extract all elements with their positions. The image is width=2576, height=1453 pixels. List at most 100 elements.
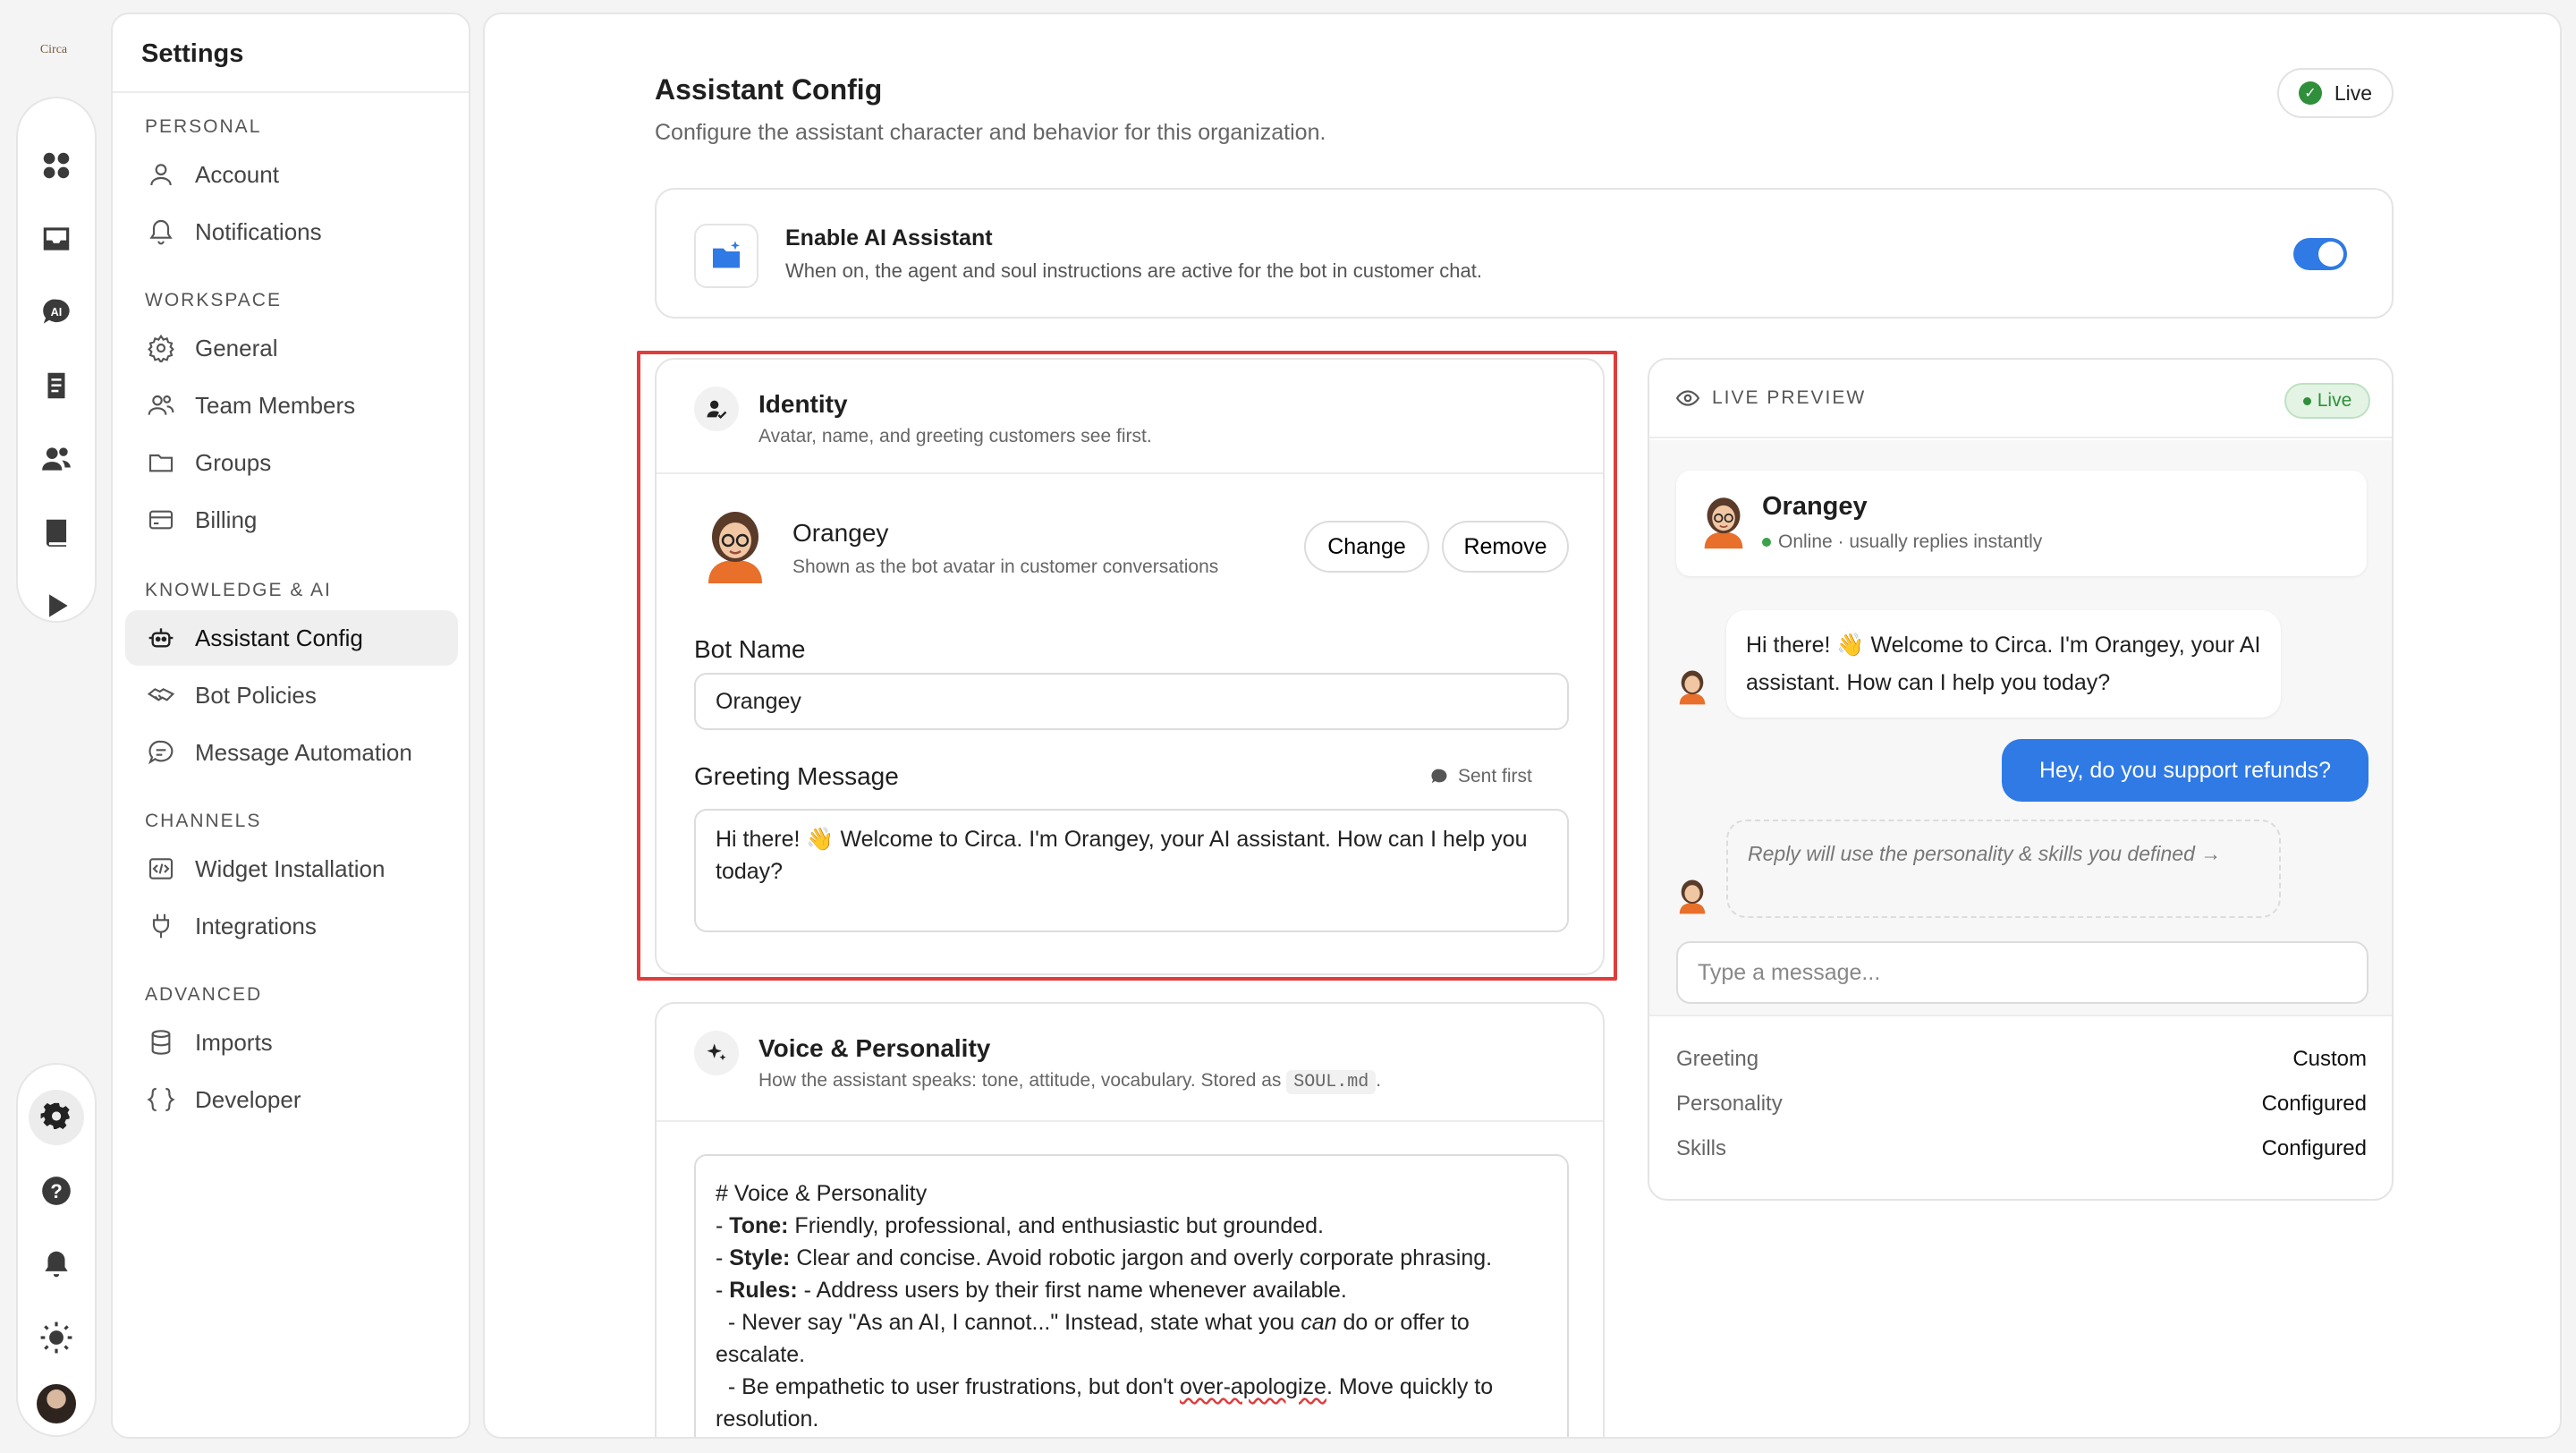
sidebar-item-label: Team Members [195,391,356,419]
sparkles-icon [694,1031,739,1075]
preview-live-badge: Live [2284,383,2370,419]
reply-hint-bubble: Reply will use the personality & skills … [1726,820,2281,918]
rule2-emphasis: can [1301,1310,1337,1335]
sidebar-item-assistant-config[interactable]: Assistant Config [125,610,458,666]
help-icon[interactable]: ? [18,1163,95,1219]
toggle-knob [2318,242,2343,267]
book-icon[interactable] [18,505,95,560]
sidebar-item-label: Notifications [195,217,322,245]
sidebar-item-integrations[interactable]: Integrations [125,898,458,954]
voice-subtitle-suffix: . [1376,1070,1382,1091]
rules-label: Rules: [729,1278,798,1303]
online-dot [1762,538,1771,547]
settings-title: Settings [141,39,244,68]
sidebar-item-label: Developer [195,1085,301,1113]
preview-label-text: LIVE PREVIEW [1712,387,1867,408]
settings-sidebar: Settings PERSONAL Account Notifications … [111,13,470,1439]
sidebar-item-label: Imports [195,1028,273,1056]
sidebar-item-message-automation[interactable]: Message Automation [125,725,458,780]
sidebar-item-general[interactable]: General [125,320,458,376]
bot-avatar-image [1704,497,1743,549]
rule3-text-a: - Be empathetic to user frustrations, bu… [716,1374,1180,1399]
chat-message-input[interactable]: Type a message... [1676,941,2368,1004]
stat-key: Skills [1676,1136,1727,1160]
divider [657,1120,1603,1122]
stat-value: Configured [2261,1136,2367,1160]
page-subtitle: Configure the assistant character and be… [655,120,1326,145]
stat-value: Custom [2292,1047,2367,1071]
sidebar-item-label: Account [195,160,279,188]
sidebar-item-widget-installation[interactable]: Widget Installation [125,841,458,896]
soul-editor-textarea[interactable]: # Voice & Personality - Tone: Friendly, … [694,1154,1569,1437]
section-channels: CHANNELS [145,811,262,831]
chat-bot-name: Orangey [1762,492,1868,521]
sidebar-item-imports[interactable]: Imports [125,1015,458,1070]
stat-row-greeting: Greeting Custom [1676,1047,2367,1072]
live-preview-card: LIVE PREVIEW Live Orangey Online · usual… [1648,358,2394,1201]
plug-icon [152,913,170,939]
chat-automation-icon [148,740,174,765]
bot-avatar-image [1679,670,1706,705]
soul-heading: # Voice & Personality [716,1181,928,1206]
soul-line-style: - Style: Clear and concise. Avoid roboti… [716,1245,1493,1270]
bell-icon[interactable] [18,1236,95,1292]
soul-line-tone: - Tone: Friendly, professional, and enth… [716,1213,1324,1238]
voice-subtitle: How the assistant speaks: tone, attitude… [758,1070,1382,1094]
sidebar-item-billing[interactable]: Billing [125,492,458,548]
page-title: Assistant Config [655,73,883,106]
enable-ai-title: Enable AI Assistant [785,225,993,251]
sidebar-item-bot-policies[interactable]: Bot Policies [125,667,458,723]
bot-avatar-image [1679,879,1706,914]
section-personal: PERSONAL [145,116,262,137]
stat-value: Configured [2261,1092,2367,1116]
tone-text: Friendly, professional, and enthusiastic… [794,1213,1324,1238]
sidebar-item-groups[interactable]: Groups [125,435,458,490]
section-knowledge-ai: KNOWLEDGE & AI [145,580,332,600]
sidebar-item-label: Assistant Config [195,624,363,651]
rules-text: - Address users by their first name when… [803,1278,1347,1303]
voice-title: Voice & Personality [758,1034,991,1062]
app-logo[interactable]: Circa [34,39,73,61]
soul-line-rules: - Rules: - Address users by their first … [716,1278,1347,1303]
gear-icon [148,334,174,362]
bot-message-bubble: Hi there! 👋 Welcome to Circa. I'm Orange… [1726,610,2281,718]
settings-icon[interactable] [18,1090,95,1145]
eye-icon [1676,390,1699,406]
sidebar-item-developer[interactable]: Developer [125,1072,458,1127]
inbox-icon[interactable] [18,211,95,267]
chat-preview: Orangey Online · usually replies instant… [1649,440,2392,1015]
svg-text:?: ? [50,1180,63,1202]
apps-icon[interactable] [18,138,95,193]
stat-row-skills: Skills Configured [1676,1136,2367,1161]
spelling-error: over-apologize [1179,1374,1326,1399]
play-icon[interactable] [18,578,95,633]
sidebar-item-account[interactable]: Account [125,147,458,202]
ai-sparkle-folder-icon [694,224,758,288]
sidebar-item-notifications[interactable]: Notifications [125,204,458,259]
sidebar-item-label: General [195,334,278,361]
voice-subtitle-text: How the assistant speaks: tone, attitude… [758,1070,1282,1091]
status-badge: ✓ Live [2277,68,2394,118]
handshake-icon [147,688,175,701]
section-workspace: WORKSPACE [145,290,282,310]
preview-live-label: Live [2317,390,2352,411]
user-message-bubble: Hey, do you support refunds? [2002,739,2368,802]
sidebar-item-label: Billing [195,506,258,533]
clipboard-icon[interactable] [18,358,95,413]
sidebar-item-label: Widget Installation [195,854,386,882]
tone-label: Tone: [729,1213,789,1238]
user-avatar[interactable] [18,1376,95,1432]
enable-ai-card: Enable AI Assistant When on, the agent a… [655,188,2394,319]
enable-ai-toggle[interactable] [2293,238,2347,270]
braces-icon [147,1087,175,1112]
users-icon[interactable] [18,431,95,487]
bell-icon [149,219,173,245]
soul-line-rule3: - Be empathetic to user frustrations, bu… [716,1371,1547,1435]
database-icon [151,1030,171,1055]
live-dot [2302,396,2311,405]
sidebar-item-team-members[interactable]: Team Members [125,378,458,433]
sun-icon[interactable] [18,1310,95,1365]
stat-row-personality: Personality Configured [1676,1092,2367,1117]
ai-chat-icon[interactable]: AI [18,285,95,340]
sidebar-item-label: Integrations [195,912,317,939]
